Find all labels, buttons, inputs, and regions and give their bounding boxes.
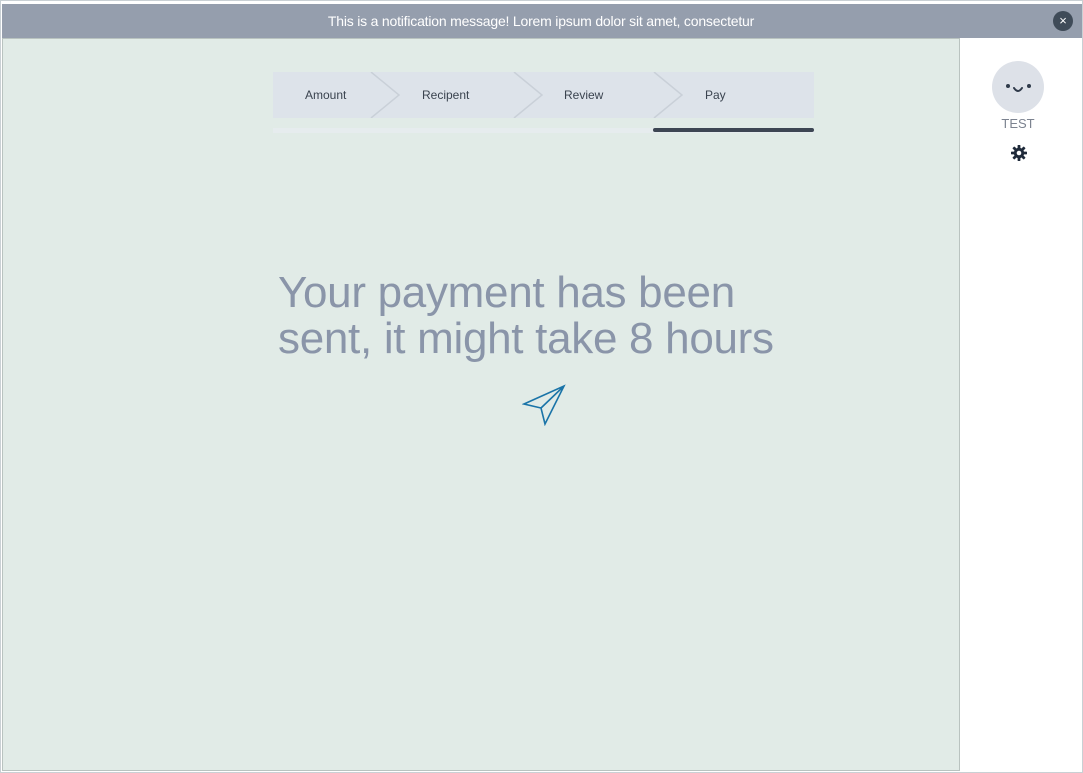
smiley-face-icon — [1006, 84, 1031, 92]
notification-banner: This is a notification message! Lorem ip… — [2, 4, 1082, 38]
step-separator-icon — [653, 72, 683, 118]
avatar[interactable] — [992, 61, 1044, 113]
gear-icon[interactable] — [1010, 144, 1028, 162]
paper-plane-icon — [522, 384, 566, 426]
main-panel: Amount Recipent Review Pay Your payment … — [2, 38, 960, 771]
close-notification-button[interactable]: × — [1053, 11, 1073, 31]
notification-message: This is a notification message! Lorem ip… — [327, 13, 755, 29]
app-window: This is a notification message! Lorem ip… — [0, 0, 1083, 773]
step-separator-icon — [513, 72, 543, 118]
step-pay[interactable]: Pay — [705, 72, 726, 118]
payment-sent-message: Your payment has been sent, it might tak… — [278, 270, 838, 362]
user-sidebar: TEST — [961, 38, 1082, 771]
step-progress-track — [273, 128, 814, 133]
step-separator-icon — [370, 72, 400, 118]
step-amount[interactable]: Amount — [305, 72, 346, 118]
headline-line-2: sent, it might take 8 hours — [278, 314, 774, 363]
step-progress-bar: Amount Recipent Review Pay — [273, 72, 814, 118]
username-label: TEST — [1001, 116, 1035, 131]
step-recipent[interactable]: Recipent — [422, 72, 469, 118]
step-progress-fill — [653, 128, 814, 132]
step-review[interactable]: Review — [564, 72, 603, 118]
headline-line-1: Your payment has been — [278, 268, 735, 317]
